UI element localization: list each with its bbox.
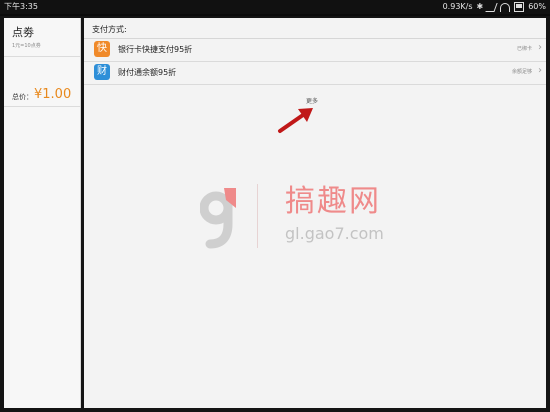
sidebar-subtitle: 1元=10点劵 (12, 43, 41, 49)
watermark-url: gl.gao7.com (285, 224, 384, 243)
watermark-separator (257, 184, 258, 248)
watermark-title: 搞趣网 (285, 184, 381, 219)
sidebar: 点劵 1元=10点劵 总价： ¥1.00 (4, 18, 81, 408)
sidebar-title: 点劵 (12, 26, 34, 39)
wifi-icon (500, 2, 511, 12)
arrow-pointer-icon (278, 108, 313, 133)
payment-method-label: 银行卡快捷支付95折 (118, 45, 193, 54)
divider (4, 106, 80, 107)
total-label: 总价： (12, 93, 33, 101)
payment-method-status: 已绑卡 (516, 46, 532, 52)
more-button[interactable]: 更多 (306, 96, 318, 105)
status-bar: 下午3:35 0.93K/s ✱ 60% (0, 0, 550, 14)
battery-icon (514, 2, 525, 12)
network-speed: 0.93K/s (442, 2, 473, 11)
tenpay-icon: 财 (94, 64, 110, 80)
chevron-right-icon: › (538, 65, 542, 76)
payment-method-label: 财付通余额95折 (118, 68, 177, 77)
status-time: 下午3:35 (4, 2, 38, 11)
chevron-right-icon: › (538, 42, 542, 53)
status-right: 0.93K/s ✱ 60% (443, 0, 546, 14)
bluetooth-icon: ✱ (476, 2, 484, 11)
divider (4, 56, 80, 57)
bank-card-icon: 快 (94, 41, 110, 57)
signal-icon (485, 2, 498, 12)
payment-method-status: 余额足够 (511, 69, 532, 75)
watermark: 搞趣网 gl.gao7.com (285, 184, 384, 244)
payment-methods-heading: 支付方式: (92, 25, 127, 34)
payment-method-tenpay[interactable]: 财 财付通余额95折 余额足够 › (84, 62, 546, 85)
payment-panel: 支付方式: 快 银行卡快捷支付95折 已绑卡 › 财 财付通余额95折 余额足够… (84, 18, 546, 408)
watermark-logo-icon (200, 188, 236, 249)
battery-percent: 60% (528, 2, 546, 11)
payment-method-bank-card[interactable]: 快 银行卡快捷支付95折 已绑卡 › (84, 39, 546, 62)
total-value: ¥1.00 (34, 87, 72, 102)
